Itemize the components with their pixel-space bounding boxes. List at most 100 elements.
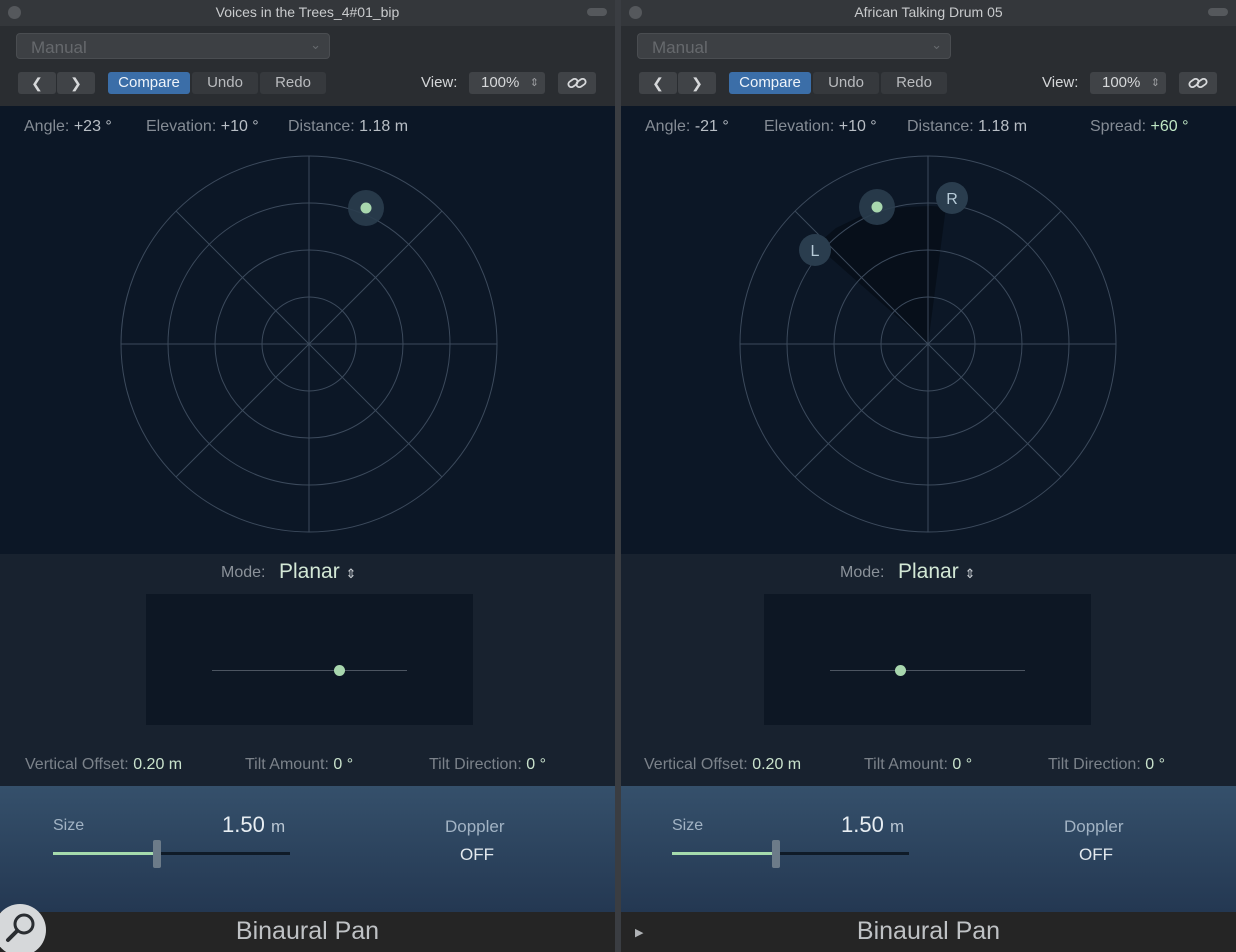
vertical-offset-param[interactable]: Vertical Offset: 0.20 m (644, 756, 801, 774)
zoom-value: 100% (1102, 74, 1141, 91)
plugin-name: Binaural Pan (235, 917, 380, 945)
tilt-handle[interactable] (895, 665, 907, 676)
link-button[interactable] (1179, 72, 1217, 94)
vertical-offset-value: 0.20 m (133, 756, 183, 773)
view-label: View: (421, 74, 458, 91)
tilt-amount-label: Tilt Amount: (245, 756, 329, 773)
tilt-direction-param[interactable]: Tilt Direction: 0 ° (429, 756, 546, 774)
mode-select[interactable]: Planar ⇕ (898, 560, 975, 584)
tilt-direction-value: 0 ° (526, 756, 546, 773)
size-slider-thumb[interactable] (152, 840, 161, 868)
tilt-amount-value: 0 ° (952, 756, 973, 773)
magnifier-icon[interactable] (0, 904, 46, 952)
mode-label: Mode: (840, 564, 885, 581)
chevron-right-icon: ❯ (70, 75, 82, 91)
plugin-footer: ▶ Binaural Pan (621, 912, 1236, 952)
plugin-footer: Binaural Pan (0, 912, 615, 952)
left-channel-label: L (811, 243, 820, 260)
plugin-window-right: African Talking Drum 05 Manual ⌄ ❮ ❯ Com… (621, 0, 1236, 952)
redo-button[interactable]: Redo (260, 72, 326, 94)
tilt-direction-value: 0 ° (1145, 756, 1165, 773)
size-slider[interactable] (53, 840, 290, 868)
size-slider-thumb[interactable] (771, 840, 780, 868)
source-point[interactable] (859, 189, 895, 225)
size-value: 1.50 (222, 812, 265, 837)
chevron-down-icon: ⌄ (310, 37, 321, 52)
undo-button[interactable]: Undo (813, 72, 879, 94)
undo-button[interactable]: Undo (192, 72, 258, 94)
size-slider-fill (53, 852, 155, 855)
right-channel-handle[interactable]: R (936, 182, 968, 214)
size-slider[interactable] (672, 840, 909, 868)
chevron-left-icon: ❮ (31, 75, 43, 91)
compare-button[interactable]: Compare (729, 72, 811, 94)
size-label: Size (53, 817, 85, 834)
magnifier-glyph (6, 913, 35, 942)
title-bar[interactable]: African Talking Drum 05 (621, 0, 1236, 26)
vertical-offset-label: Vertical Offset: (25, 756, 129, 773)
title-bar[interactable]: Voices in the Trees_4#01_bip (0, 0, 615, 26)
doppler-toggle[interactable]: OFF (460, 845, 494, 865)
size-value: 1.50 (841, 812, 884, 837)
up-down-chevron-icon: ⇕ (1150, 77, 1160, 89)
next-preset-button[interactable]: ❯ (678, 72, 716, 94)
size-slider-fill (672, 852, 774, 855)
tilt-line (212, 670, 407, 671)
tilt-amount-param[interactable]: Tilt Amount: 0 ° (864, 756, 972, 774)
mode-section: Mode: Planar ⇕ Vertical Offset: 0.20 m T… (621, 554, 1236, 786)
doppler-toggle[interactable]: OFF (1079, 845, 1113, 865)
plugin-window-left: Voices in the Trees_4#01_bip Manual ⌄ ❮ … (0, 0, 615, 952)
chevron-left-icon: ❮ (652, 75, 664, 91)
up-down-chevron-icon: ⇕ (964, 566, 976, 581)
next-preset-button[interactable]: ❯ (57, 72, 95, 94)
polar-grid (120, 155, 498, 533)
zoom-select[interactable]: 100% ⇕ (1090, 72, 1166, 94)
size-readout: 1.50 m (841, 812, 904, 838)
previous-preset-button[interactable]: ❮ (18, 72, 56, 94)
panner-display[interactable]: Angle: -21 ° Elevation: +10 ° Distance: … (621, 106, 1236, 554)
window-title: African Talking Drum 05 (854, 4, 1003, 20)
tilt-handle[interactable] (333, 665, 345, 676)
window-pill-button[interactable] (1208, 8, 1228, 16)
up-down-chevron-icon: ⇕ (529, 77, 539, 89)
plugin-name: Binaural Pan (856, 917, 1001, 945)
previous-preset-button[interactable]: ❮ (639, 72, 677, 94)
redo-button[interactable]: Redo (881, 72, 947, 94)
source-dot[interactable] (871, 201, 883, 213)
window-title: Voices in the Trees_4#01_bip (215, 4, 400, 20)
tilt-direction-param[interactable]: Tilt Direction: 0 ° (1048, 756, 1165, 774)
tilt-direction-label: Tilt Direction: (429, 756, 522, 773)
preset-dropdown[interactable]: Manual ⌄ (637, 33, 951, 59)
source-dot[interactable] (360, 202, 372, 214)
tilt-display[interactable] (146, 594, 473, 725)
source-point[interactable] (348, 190, 384, 226)
preset-label: Manual (652, 38, 708, 57)
plugin-toolbar: ❮ ❯ Compare Undo Redo View: 100% ⇕ (621, 72, 1236, 96)
tilt-display[interactable] (764, 594, 1091, 725)
chevron-down-icon: ⌄ (931, 37, 942, 52)
tilt-amount-param[interactable]: Tilt Amount: 0 ° (245, 756, 353, 774)
mode-select[interactable]: Planar ⇕ (279, 560, 356, 584)
size-unit: m (270, 817, 286, 836)
tilt-direction-label: Tilt Direction: (1048, 756, 1141, 773)
preset-dropdown[interactable]: Manual ⌄ (16, 33, 330, 59)
size-readout: 1.50 m (222, 812, 285, 838)
up-down-chevron-icon: ⇕ (345, 566, 357, 581)
vertical-offset-label: Vertical Offset: (644, 756, 748, 773)
mode-label: Mode: (221, 564, 266, 581)
chevron-right-icon: ❯ (691, 75, 703, 91)
doppler-label: Doppler (445, 817, 505, 836)
vertical-offset-param[interactable]: Vertical Offset: 0.20 m (25, 756, 182, 774)
zoom-select[interactable]: 100% ⇕ (469, 72, 545, 94)
left-channel-handle[interactable]: L (799, 234, 831, 266)
polar-grid: L R (739, 155, 1117, 533)
right-channel-label: R (946, 191, 958, 208)
window-pill-button[interactable] (587, 8, 607, 16)
mode-value: Planar (898, 560, 959, 583)
panner-display[interactable]: Angle: +23 ° Elevation: +10 ° Distance: … (0, 106, 615, 554)
view-label: View: (1042, 74, 1079, 91)
link-button[interactable] (558, 72, 596, 94)
compare-button[interactable]: Compare (108, 72, 190, 94)
mode-section: Mode: Planar ⇕ Vertical Offset: 0.20 m T… (0, 554, 615, 786)
size-doppler-panel: Size 1.50 m Doppler OFF (0, 786, 615, 912)
